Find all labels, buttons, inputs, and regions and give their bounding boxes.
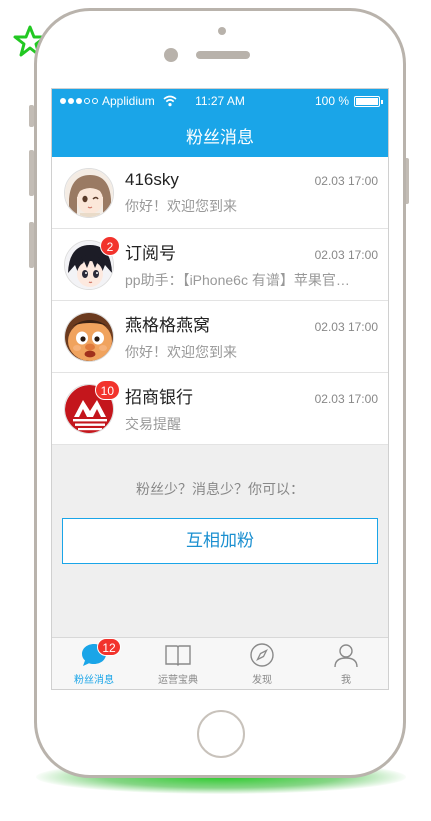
message-time: 02.03 17:00 [314,392,378,406]
person-icon [334,644,358,668]
message-preview: 你好！欢迎您到来 [125,344,237,360]
tab-label: 发现 [252,675,272,686]
empty-prompt: 粉丝少？消息少？你可以： [136,481,304,497]
tab-label: 粉丝消息 [74,675,114,686]
nav-bar: 粉丝消息 [52,113,388,157]
tab-me[interactable]: 我 [304,638,388,689]
message-preview: pp助手：【iPhone6c 有谱】苹果官… [125,272,350,288]
home-button[interactable] [197,710,245,758]
tab-operations-guide[interactable]: 运营宝典 [136,638,220,689]
mockup-stage: Applidium 11:27 AM 100 % 粉丝消息 416sky 02.… [0,0,431,821]
anime-girl-avatar [64,167,114,218]
battery-percent: 100 % [314,94,349,108]
message-row[interactable]: 2 订阅号 02.03 17:00 pp助手：【iPhone6c 有谱】苹果官… [52,229,388,301]
message-sender: 416sky [125,169,179,189]
tab-fans-messages[interactable]: 12 粉丝消息 [52,638,136,689]
message-preview: 交易提醒 [125,416,181,432]
compass-icon [250,643,274,667]
message-sender: 订阅号 [125,244,176,263]
message-time: 02.03 17:00 [314,173,378,188]
message-sender: 招商银行 [125,388,193,407]
front-camera [164,48,178,62]
app-screen: Applidium 11:27 AM 100 % 粉丝消息 416sky 02.… [51,88,389,690]
message-row[interactable]: 燕格格燕窝 02.03 17:00 你好！欢迎您到来 [52,301,388,373]
tab-label: 我 [341,675,351,686]
earpiece-speaker [196,51,250,59]
message-sender: 燕格格燕窝 [125,316,210,335]
signal-icon [60,98,98,104]
message-time: 02.03 17:00 [314,248,378,262]
message-time: 02.03 17:00 [314,320,378,334]
message-preview: 你好！欢迎您到来 [125,197,237,214]
unread-badge: 10 [94,379,120,400]
tab-label: 运营宝典 [158,675,198,686]
wifi-icon [163,95,177,107]
tab-bar: 12 粉丝消息 运营宝典 发现 我 [52,637,388,689]
message-row[interactable]: 10 招商银行 02.03 17:00 交易提醒 [52,373,388,445]
carrier-label: Applidium [102,94,155,108]
unread-badge: 2 [100,235,120,256]
book-icon [165,645,191,666]
status-bar: Applidium 11:27 AM 100 % [52,89,388,113]
tab-discover[interactable]: 发现 [220,638,304,689]
battery-icon [354,95,383,107]
proximity-sensor [218,27,226,35]
message-list: 416sky 02.03 17:00 你好！欢迎您到来 2 订阅号 02.03 … [52,157,388,445]
add-fans-button[interactable]: 互相加粉 [62,518,378,564]
tab-unread-badge: 12 [97,638,121,656]
message-row[interactable]: 416sky 02.03 17:00 你好！欢迎您到来 [52,157,388,229]
cartoon-face-avatar [64,311,114,362]
page-title: 粉丝消息 [186,127,254,147]
